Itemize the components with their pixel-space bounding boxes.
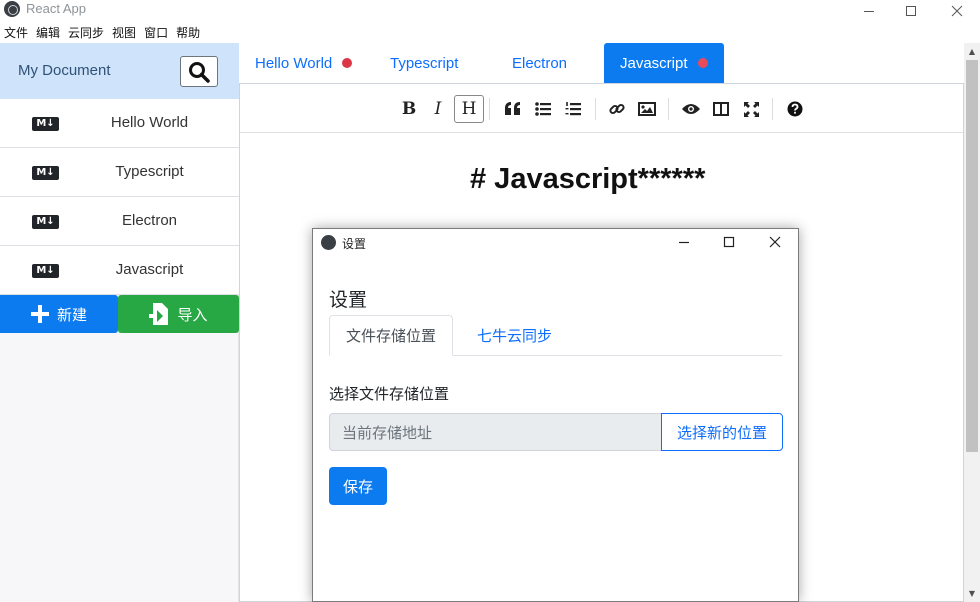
unordered-list-button[interactable]: [528, 95, 558, 123]
markdown-icon: M↓: [32, 117, 59, 131]
storage-path-input[interactable]: 当前存储地址: [329, 413, 662, 451]
search-icon: [189, 61, 210, 83]
scroll-up-arrow-icon[interactable]: ▲: [964, 43, 980, 59]
file-name: Typescript: [115, 163, 184, 180]
unsaved-dot-icon: [697, 58, 708, 68]
file-item[interactable]: M↓ Javascript: [0, 246, 239, 295]
toolbar-divider: [668, 98, 669, 120]
unordered-list-icon: [535, 102, 551, 116]
menu-help[interactable]: 帮助: [172, 24, 204, 42]
toolbar-divider: [772, 98, 773, 120]
bold-button[interactable]: B: [394, 95, 424, 123]
window-titlebar: React App: [0, 0, 980, 22]
dialog-title: 设置: [342, 237, 367, 251]
new-file-button[interactable]: 新建: [0, 295, 118, 333]
scroll-down-arrow-icon[interactable]: ▼: [964, 585, 980, 601]
menu-view[interactable]: 视图: [108, 24, 140, 42]
tab-label: Typescript: [390, 54, 459, 72]
heading-button[interactable]: H: [454, 95, 484, 123]
minimize-icon: [679, 241, 689, 244]
close-window-button[interactable]: [934, 0, 980, 22]
app-logo-icon: [4, 1, 20, 17]
scrollbar-thumb[interactable]: [966, 60, 978, 452]
file-import-icon: [149, 303, 169, 325]
dialog-minimize-button[interactable]: [664, 230, 704, 254]
menu-file[interactable]: 文件: [0, 24, 32, 42]
ordered-list-button[interactable]: [558, 95, 588, 123]
sidebar-header: My Document: [0, 43, 239, 99]
editor-toolbar: B I H: [240, 84, 963, 133]
image-button[interactable]: [632, 95, 662, 123]
maximize-icon: [906, 6, 916, 16]
plus-icon: [30, 305, 49, 323]
save-button[interactable]: 保存: [329, 467, 387, 505]
maximize-button[interactable]: [888, 0, 934, 22]
tab-label: Hello World: [255, 54, 333, 72]
editor-content-heading: # Javascript******: [470, 163, 706, 195]
search-button[interactable]: [180, 56, 218, 87]
toolbar-divider: [595, 98, 596, 120]
fullscreen-icon: [743, 101, 759, 117]
file-name: Javascript: [115, 261, 184, 278]
tab-label: Javascript: [620, 54, 688, 72]
tab-hello-world[interactable]: Hello World: [255, 43, 353, 83]
tab-qiniu-sync[interactable]: 七牛云同步: [461, 315, 568, 356]
italic-button[interactable]: I: [423, 95, 453, 123]
menu-cloud-sync[interactable]: 云同步: [64, 24, 108, 42]
help-icon: [787, 101, 803, 117]
file-name: Electron: [121, 212, 178, 229]
preview-icon: [682, 104, 700, 114]
file-item[interactable]: M↓ Hello World: [0, 99, 239, 148]
image-icon: [638, 102, 656, 116]
tab-typescript[interactable]: Typescript: [390, 43, 458, 83]
import-button[interactable]: 导入: [118, 295, 239, 333]
help-button[interactable]: [780, 95, 810, 123]
choose-location-button[interactable]: 选择新的位置: [661, 413, 783, 451]
link-icon: [609, 103, 625, 115]
import-label: 导入: [177, 305, 208, 324]
menubar: 文件 编辑 云同步 视图 窗口 帮助: [0, 24, 204, 42]
link-button[interactable]: [602, 95, 632, 123]
quote-icon: [505, 102, 520, 115]
markdown-icon: M↓: [32, 264, 59, 278]
minimize-icon: [864, 11, 874, 12]
fullscreen-button[interactable]: [736, 95, 766, 123]
side-by-side-icon: [713, 102, 729, 116]
unsaved-dot-icon: [342, 58, 353, 68]
tab-electron[interactable]: Electron: [512, 43, 567, 83]
sidebar-title: My Document: [18, 62, 111, 79]
tab-javascript[interactable]: Javascript: [604, 43, 724, 83]
dialog-titlebar: 设置: [313, 229, 798, 256]
ordered-list-icon: [565, 101, 581, 115]
markdown-icon: M↓: [32, 166, 59, 180]
markdown-icon: M↓: [32, 215, 59, 229]
preview-button[interactable]: [676, 95, 706, 123]
side-by-side-button[interactable]: [706, 95, 736, 123]
dialog-close-button[interactable]: [755, 230, 795, 254]
new-file-label: 新建: [56, 305, 87, 324]
window-title: React App: [26, 1, 86, 16]
dialog-heading: 设置: [329, 289, 368, 311]
settings-dialog: 设置 设置 文件存储位置 七牛云同步 选择文件存储位置 当前存储地址 选择新的位…: [312, 228, 799, 602]
maximize-icon: [723, 236, 735, 248]
storage-location-label: 选择文件存储位置: [329, 385, 450, 403]
tab-file-location[interactable]: 文件存储位置: [329, 315, 454, 356]
file-name: Hello World: [110, 114, 189, 131]
menu-window[interactable]: 窗口: [140, 24, 172, 42]
close-icon: [951, 5, 963, 17]
sidebar: My Document M↓ Hello World M↓ Typescript…: [0, 43, 239, 602]
quote-button[interactable]: [498, 95, 528, 123]
app-logo-icon: [321, 235, 336, 250]
file-item[interactable]: M↓ Typescript: [0, 148, 239, 197]
tab-label: Electron: [512, 54, 568, 72]
close-icon: [769, 236, 781, 248]
toolbar-divider: [489, 98, 490, 120]
dialog-maximize-button[interactable]: [709, 230, 749, 254]
menu-edit[interactable]: 编辑: [32, 24, 64, 42]
file-item[interactable]: M↓ Electron: [0, 197, 239, 246]
minimize-button[interactable]: [846, 0, 892, 22]
